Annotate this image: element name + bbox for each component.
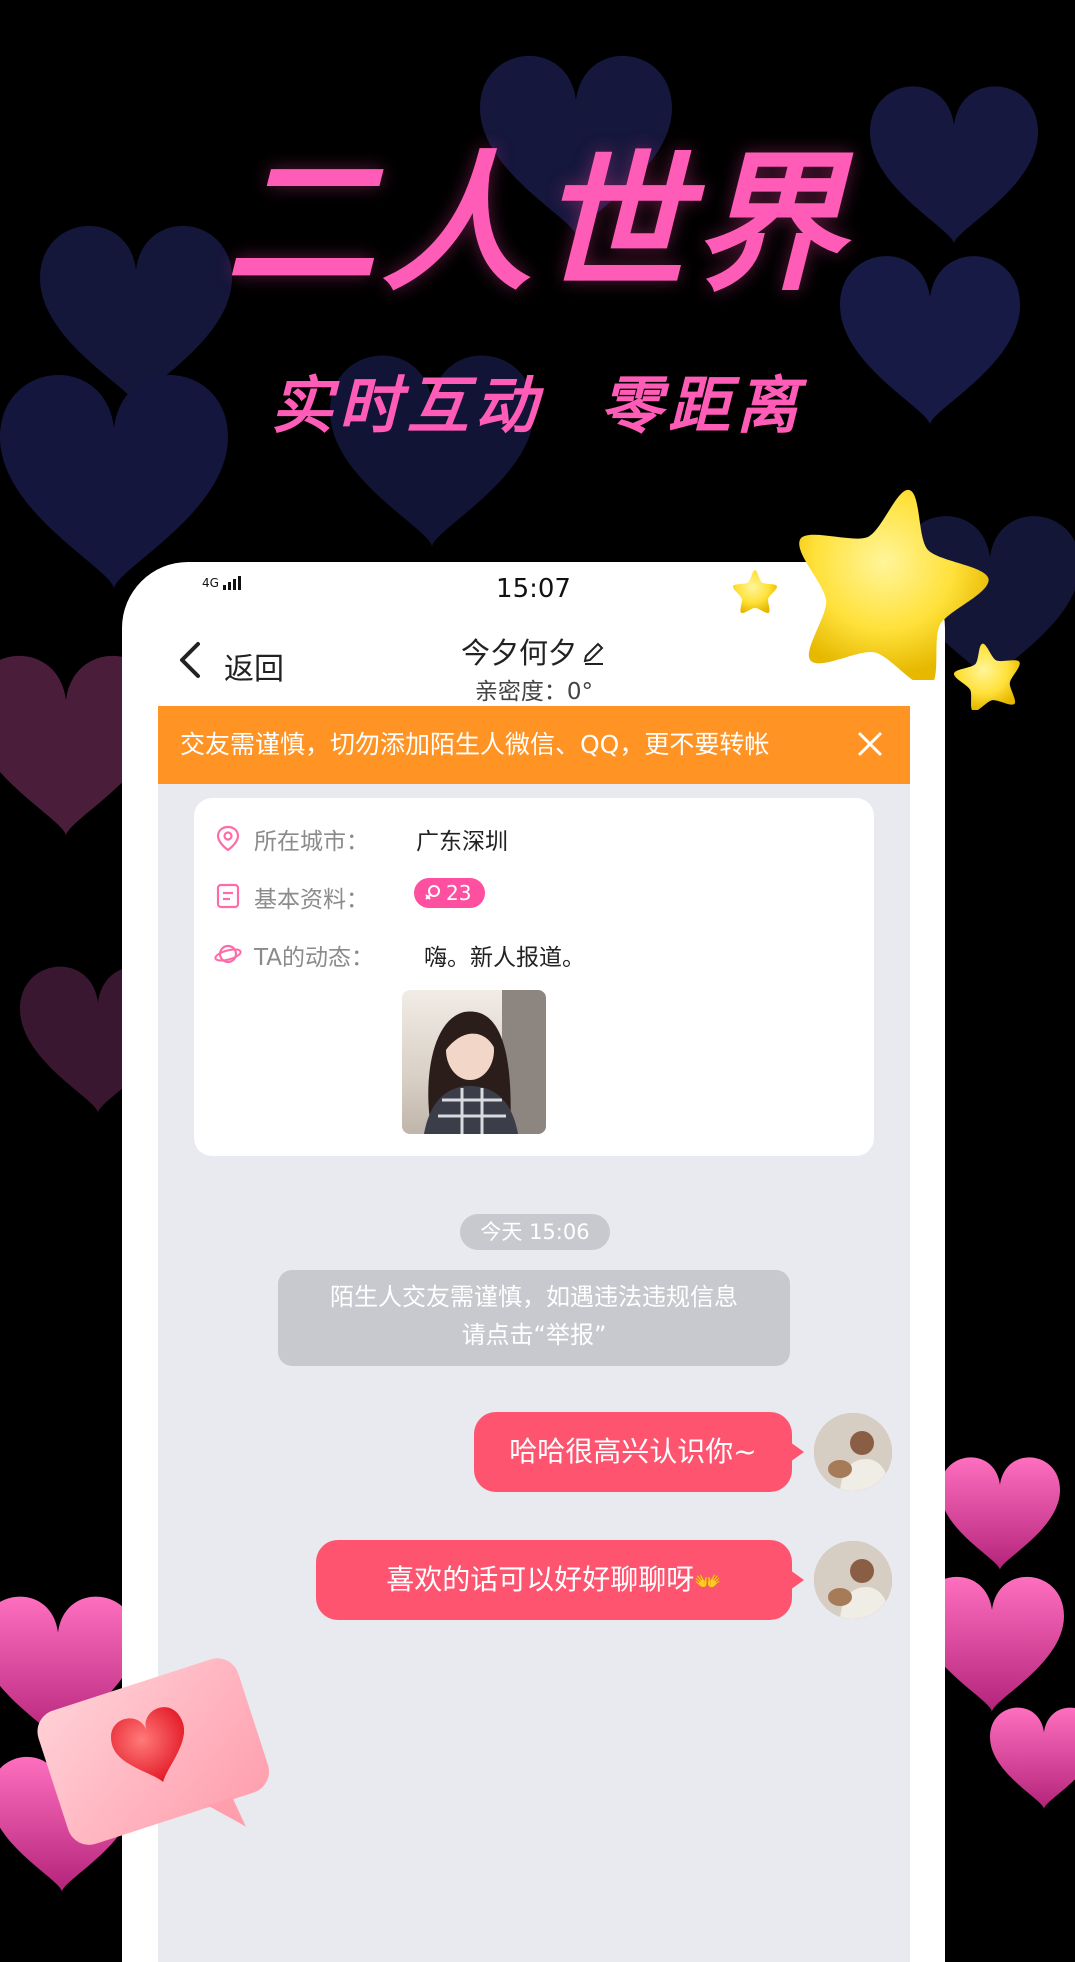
system-message-line-1: 陌生人交友需谨慎，如遇违法违规信息 xyxy=(330,1283,738,1311)
my-avatar[interactable] xyxy=(814,1541,892,1619)
avatar-image xyxy=(814,1413,892,1491)
message-bubble-2[interactable]: 喜欢的话可以好好聊聊呀👐 xyxy=(316,1540,804,1620)
report-link[interactable]: 请点击“举报” xyxy=(278,1316,790,1354)
age-value: 23 xyxy=(446,881,472,905)
female-icon xyxy=(425,885,440,900)
hero-subtitle: 实时互动 零距离 xyxy=(270,369,805,442)
planet-icon xyxy=(214,944,242,964)
safety-notice-banner: 交友需谨慎，切勿添加陌生人微信、QQ，更不要转帐 xyxy=(158,706,910,784)
moment-photo[interactable] xyxy=(402,990,546,1134)
heart-message-icon xyxy=(37,1658,270,1845)
notice-text: 交友需谨慎，切勿添加陌生人微信、QQ，更不要转帐 xyxy=(180,730,770,759)
message-text: 哈哈很高兴认识你~ xyxy=(509,1435,757,1468)
moments-value: 嗨。新人报道。 xyxy=(424,945,585,971)
city-label: 所在城市： xyxy=(254,829,369,855)
clapping-hands-emoji: 👐 xyxy=(694,1570,722,1595)
message-text: 喜欢的话可以好好聊聊呀 xyxy=(386,1563,695,1596)
document-icon xyxy=(216,883,240,909)
contact-name-text: 今夕何夕 xyxy=(460,636,577,670)
star-icon xyxy=(954,643,1020,710)
avatar-image xyxy=(814,1541,892,1619)
edit-icon[interactable] xyxy=(581,640,607,666)
my-avatar[interactable] xyxy=(814,1413,892,1491)
basic-info-label: 基本资料： xyxy=(254,887,369,913)
timestamp-chip: 今天 15:06 xyxy=(460,1214,610,1250)
age-badge: 23 xyxy=(414,878,486,908)
location-pin-icon xyxy=(216,825,240,852)
star-icon xyxy=(733,570,777,614)
moments-label: TA的动态： xyxy=(254,945,374,971)
city-value: 广东深圳 xyxy=(416,829,508,855)
hero-title: 二人世界 xyxy=(225,138,850,312)
message-bubble-1[interactable]: 哈哈很高兴认识你~ xyxy=(474,1412,804,1492)
system-safety-message: 陌生人交友需谨慎，如遇违法违规信息 请点击“举报” xyxy=(278,1270,790,1366)
profile-card: 所在城市： 广东深圳 基本资料： 23 TA的动态： 嗨。新人报道。 xyxy=(194,798,874,1156)
portrait-image xyxy=(424,990,546,1134)
close-icon[interactable] xyxy=(854,728,886,760)
